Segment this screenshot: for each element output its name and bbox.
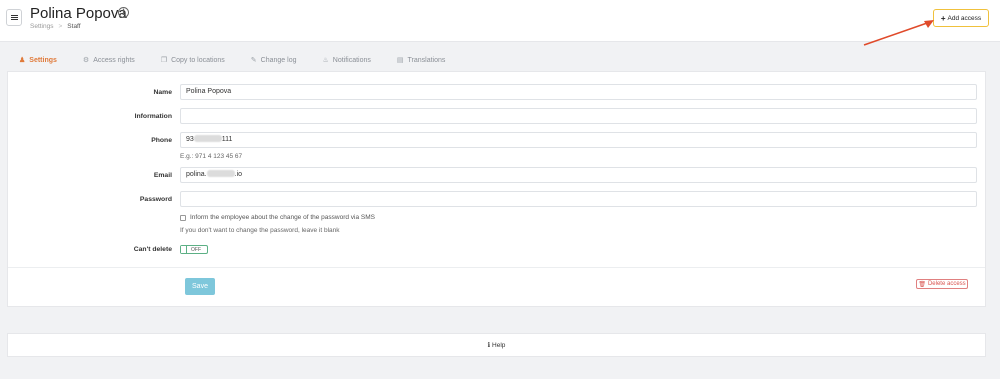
redacted-blur bbox=[206, 170, 235, 177]
bell-icon: ♨ bbox=[322, 57, 329, 64]
delete-access-button[interactable]: 🗑 Delete access bbox=[916, 279, 968, 289]
page-header: Polina Popova i Settings > Staff + Add acce… bbox=[0, 0, 1000, 42]
tab-label: Settings bbox=[29, 56, 57, 64]
hamburger-icon bbox=[10, 15, 18, 20]
add-access-button[interactable]: + Add access bbox=[933, 9, 989, 27]
name-field[interactable]: Polina Popova bbox=[180, 84, 977, 100]
breadcrumb-staff: Staff bbox=[67, 23, 81, 30]
tab-label: Translations bbox=[407, 56, 446, 64]
tab-change-log[interactable]: ✎ Change log bbox=[250, 56, 297, 65]
phone-field[interactable]: 93 111 bbox=[180, 132, 977, 148]
information-label: Information bbox=[134, 113, 172, 120]
email-label: Email bbox=[153, 172, 172, 179]
phone-label: Phone bbox=[151, 137, 172, 144]
menu-toggle-button[interactable] bbox=[6, 9, 22, 26]
gears-icon: ⚙ bbox=[82, 57, 90, 64]
page-title: Polina Popova bbox=[30, 5, 127, 22]
toggle-knob bbox=[181, 246, 187, 253]
annotation-arrow-icon bbox=[863, 20, 934, 46]
tab-settings[interactable]: ♟ Settings bbox=[19, 56, 57, 65]
trash-icon: 🗑 bbox=[918, 281, 926, 288]
tab-translations[interactable]: ▤ Translations bbox=[396, 56, 446, 65]
sms-checkbox-label: Inform the employee about the change of … bbox=[190, 214, 375, 221]
password-label: Password bbox=[139, 196, 172, 203]
email-suffix: .io bbox=[234, 171, 243, 178]
info-icon: i bbox=[487, 341, 491, 349]
plus-icon: + bbox=[940, 13, 946, 23]
password-field[interactable] bbox=[180, 191, 977, 207]
form-divider bbox=[8, 267, 985, 268]
translate-icon: ▤ bbox=[396, 57, 404, 64]
redacted-blur bbox=[193, 135, 222, 142]
name-label: Name bbox=[153, 89, 172, 96]
email-field[interactable]: polina. .io bbox=[180, 167, 977, 183]
info-icon[interactable]: i bbox=[118, 7, 129, 18]
tab-notifications[interactable]: ♨ Notifications bbox=[322, 56, 371, 65]
tab-bar: ♟ Settings ⚙ Access rights ❐ Copy to locati… bbox=[19, 56, 471, 65]
copy-icon: ❐ bbox=[160, 57, 168, 64]
sms-checkbox[interactable] bbox=[180, 214, 186, 221]
tab-copy-to-locations[interactable]: ❐ Copy to locations bbox=[160, 56, 225, 65]
save-button[interactable]: Save bbox=[185, 278, 215, 295]
cant-delete-toggle[interactable]: OFF bbox=[180, 245, 208, 254]
password-hint: If you don't want to change the password… bbox=[180, 227, 340, 234]
tab-label: Access rights bbox=[93, 56, 135, 64]
phone-prefix: 93 bbox=[186, 136, 194, 143]
breadcrumb-separator: > bbox=[58, 23, 63, 30]
tab-label: Change log bbox=[260, 56, 297, 64]
breadcrumb: Settings > Staff bbox=[30, 23, 81, 30]
information-field[interactable] bbox=[180, 108, 977, 124]
email-prefix: polina. bbox=[186, 171, 207, 178]
tab-access-rights[interactable]: ⚙ Access rights bbox=[82, 56, 135, 65]
add-access-label: Add access bbox=[947, 14, 982, 22]
phone-hint: E.g.: 971 4 123 45 67 bbox=[180, 153, 243, 160]
delete-access-label: Delete access bbox=[927, 281, 966, 287]
tab-label: Notifications bbox=[332, 56, 371, 64]
tab-label: Copy to locations bbox=[171, 56, 225, 64]
help-label: Help bbox=[492, 341, 506, 349]
breadcrumb-settings[interactable]: Settings bbox=[30, 23, 54, 30]
settings-panel: Name Polina Popova Information Phone 93 1… bbox=[7, 71, 986, 307]
help-link[interactable]: i Help bbox=[7, 333, 986, 357]
sms-checkbox-row[interactable]: Inform the employee about the change of … bbox=[180, 214, 375, 221]
phone-suffix: 111 bbox=[221, 136, 233, 143]
cant-delete-label: Can't delete bbox=[133, 246, 172, 253]
person-icon: ♟ bbox=[19, 57, 26, 64]
toggle-state: OFF bbox=[191, 246, 201, 253]
edit-icon: ✎ bbox=[250, 57, 257, 64]
